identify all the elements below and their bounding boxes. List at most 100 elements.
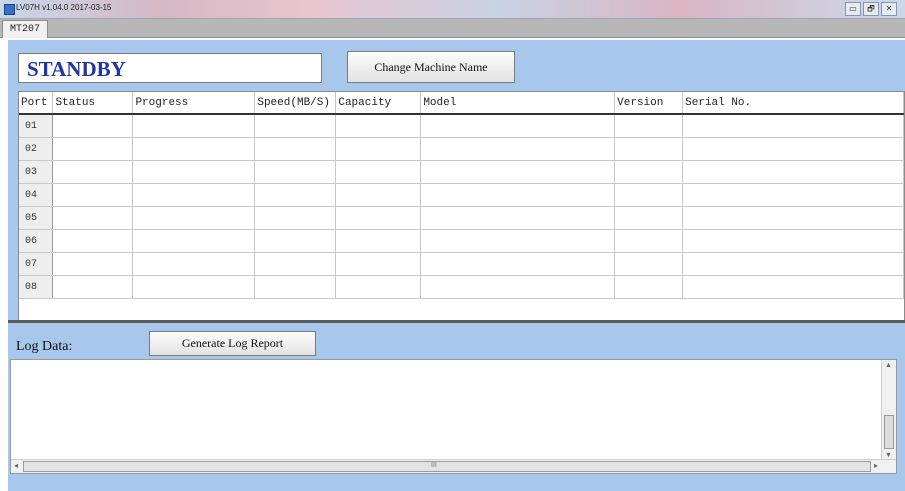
column-header-port: Port — [19, 92, 54, 115]
capacity-cell — [335, 229, 422, 253]
status-text: STANDBY — [27, 57, 126, 81]
scroll-thumb[interactable] — [884, 415, 894, 449]
tab-strip: MT207 — [0, 19, 905, 38]
speed-cell — [254, 275, 337, 299]
version-cell — [614, 229, 684, 253]
close-icon[interactable]: ✕ — [881, 2, 897, 16]
version-cell — [614, 275, 684, 299]
port-cell: 05 — [19, 206, 54, 230]
column-header-status: Status — [52, 92, 134, 115]
version-cell — [614, 137, 684, 161]
status-display: STANDBY — [18, 53, 322, 83]
speed-cell — [254, 114, 337, 138]
log-vertical-scrollbar[interactable]: ▲ ▼ — [881, 360, 896, 461]
capacity-cell — [335, 275, 422, 299]
scroll-up-icon[interactable]: ▲ — [885, 362, 892, 369]
speed-cell — [254, 160, 337, 184]
port-cell: 03 — [19, 160, 54, 184]
port-cell: 04 — [19, 183, 54, 207]
progress-cell — [132, 252, 256, 276]
table-row[interactable]: 04 — [19, 183, 904, 207]
progress-cell — [132, 114, 256, 138]
speed-cell — [254, 206, 337, 230]
serial-cell — [682, 229, 904, 253]
progress-cell — [132, 229, 256, 253]
scroll-left-icon[interactable]: ◂ — [14, 460, 18, 472]
serial-cell — [682, 275, 904, 299]
scroll-down-icon[interactable]: ▼ — [885, 452, 892, 459]
port-cell: 07 — [19, 252, 54, 276]
table-row[interactable]: 08 — [19, 275, 904, 299]
capacity-cell — [335, 183, 422, 207]
serial-cell — [682, 252, 904, 276]
table-row[interactable]: 07 — [19, 252, 904, 276]
table-row[interactable]: 06 — [19, 229, 904, 253]
window-title: LV07H v1.04.0 2017-03-15 — [16, 3, 112, 12]
scroll-right-icon[interactable]: ▸ — [874, 460, 878, 472]
window-controls: ▭ 🗗 ✕ — [845, 2, 897, 16]
status-cell — [52, 252, 134, 276]
table-row[interactable]: 05 — [19, 206, 904, 230]
version-cell — [614, 160, 684, 184]
status-cell — [52, 183, 134, 207]
progress-cell — [132, 206, 256, 230]
column-header-progress: Progress — [132, 92, 256, 115]
table-row[interactable]: 01 — [19, 114, 904, 138]
status-cell — [52, 275, 134, 299]
device-panel: STANDBY Change Machine Name Port Status … — [8, 40, 905, 350]
change-machine-name-button[interactable]: Change Machine Name — [347, 51, 515, 83]
serial-cell — [682, 183, 904, 207]
tab-mt207[interactable]: MT207 — [2, 20, 49, 38]
title-bar: LV07H v1.04.0 2017-03-15 ▭ 🗗 ✕ — [0, 0, 905, 19]
log-horizontal-scrollbar[interactable]: ◂ III ▸ — [11, 459, 896, 473]
serial-cell — [682, 137, 904, 161]
progress-cell — [132, 275, 256, 299]
column-header-speed: Speed(MB/S) — [254, 92, 337, 115]
port-cell: 02 — [19, 137, 54, 161]
capacity-cell — [335, 114, 422, 138]
log-text-area[interactable]: ▲ ▼ ◂ III ▸ — [10, 359, 897, 474]
model-cell — [420, 252, 616, 276]
column-header-capacity: Capacity — [335, 92, 422, 115]
serial-cell — [682, 160, 904, 184]
status-cell — [52, 160, 134, 184]
port-cell: 01 — [19, 114, 54, 138]
table-header: Port Status Progress Speed(MB/S) Capacit… — [19, 92, 904, 115]
capacity-cell — [335, 137, 422, 161]
progress-cell — [132, 137, 256, 161]
table-row[interactable]: 02 — [19, 137, 904, 161]
speed-cell — [254, 183, 337, 207]
status-cell — [52, 114, 134, 138]
scroll-thumb[interactable] — [23, 461, 871, 472]
column-header-serial: Serial No. — [682, 92, 904, 115]
model-cell — [420, 137, 616, 161]
column-header-version: Version — [614, 92, 684, 115]
minimize-icon[interactable]: ▭ — [845, 2, 861, 16]
progress-cell — [132, 160, 256, 184]
model-cell — [420, 275, 616, 299]
status-cell — [52, 137, 134, 161]
generate-log-report-button[interactable]: Generate Log Report — [149, 331, 316, 356]
status-cell — [52, 229, 134, 253]
model-cell — [420, 183, 616, 207]
maximize-icon[interactable]: 🗗 — [863, 2, 879, 16]
model-cell — [420, 114, 616, 138]
status-cell — [52, 206, 134, 230]
column-header-model: Model — [420, 92, 616, 115]
port-cell: 06 — [19, 229, 54, 253]
capacity-cell — [335, 252, 422, 276]
version-cell — [614, 183, 684, 207]
port-table[interactable]: Port Status Progress Speed(MB/S) Capacit… — [18, 91, 905, 337]
version-cell — [614, 252, 684, 276]
log-data-label: Log Data: — [16, 339, 73, 354]
table-row[interactable]: 03 — [19, 160, 904, 184]
app-icon — [4, 4, 15, 15]
model-cell — [420, 160, 616, 184]
capacity-cell — [335, 160, 422, 184]
version-cell — [614, 206, 684, 230]
speed-cell — [254, 137, 337, 161]
model-cell — [420, 229, 616, 253]
capacity-cell — [335, 206, 422, 230]
model-cell — [420, 206, 616, 230]
port-cell: 08 — [19, 275, 54, 299]
